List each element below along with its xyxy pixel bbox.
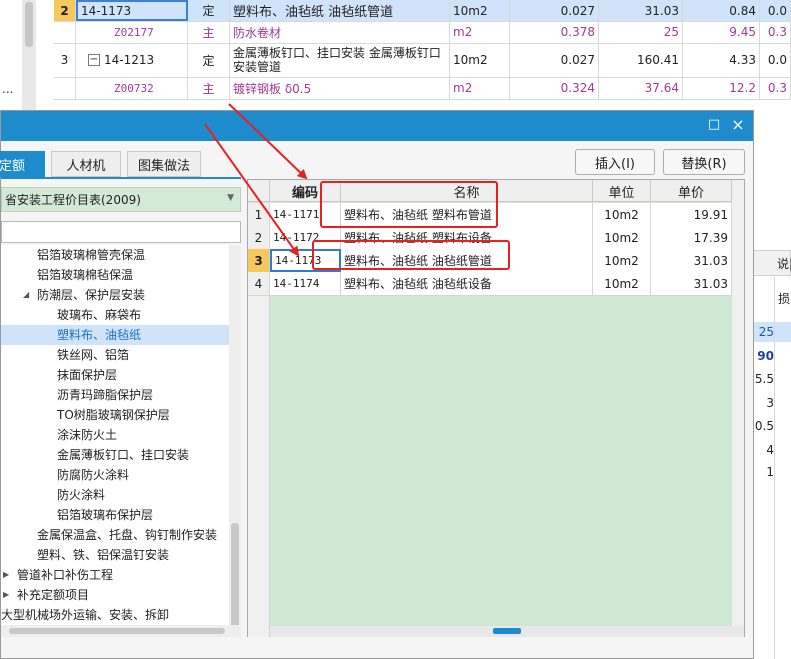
annotation-arrow-2 — [204, 123, 300, 257]
annotation-arrows — [204, 103, 308, 257]
annotation-arrow-1 — [228, 103, 308, 180]
